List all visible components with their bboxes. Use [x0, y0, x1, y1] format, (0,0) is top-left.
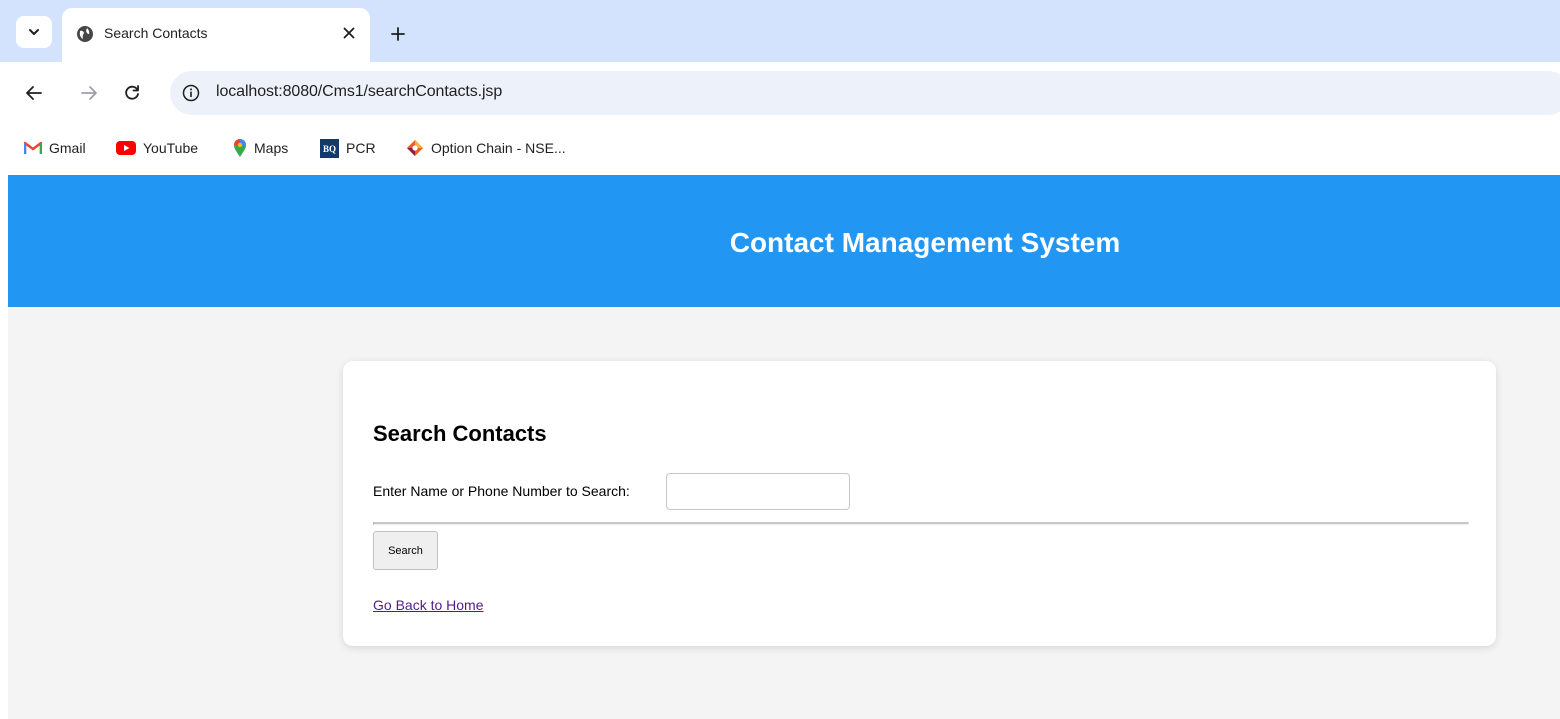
bookmark-maps[interactable]: Maps — [233, 137, 288, 159]
bookmark-label: Option Chain - NSE... — [431, 140, 566, 156]
chevron-down-icon — [29, 29, 39, 35]
globe-icon — [77, 26, 93, 42]
divider — [373, 522, 1469, 525]
tab-strip: Search Contacts — [0, 0, 1560, 62]
tab-close-button[interactable] — [337, 21, 361, 45]
search-button[interactable]: Search — [373, 531, 438, 570]
site-header: Contact Management System — [8, 175, 1560, 307]
page-body: Contact Management System Search Contact… — [8, 175, 1560, 719]
info-icon[interactable] — [181, 83, 201, 103]
forward-button[interactable] — [77, 81, 101, 105]
gmail-icon — [24, 141, 42, 154]
search-heading: Search Contacts — [373, 421, 547, 446]
bookmark-gmail[interactable]: Gmail — [24, 137, 86, 159]
address-bar[interactable]: localhost:8080/Cms1/searchContacts.jsp — [170, 71, 1560, 115]
reload-icon — [125, 85, 139, 100]
bookmark-label: Maps — [254, 140, 289, 156]
arrow-right-icon — [81, 86, 97, 100]
reload-button[interactable] — [120, 81, 144, 105]
bookmark-pcr[interactable]: BQ PCR — [320, 137, 376, 159]
back-button[interactable] — [22, 81, 46, 105]
bookmark-label: Gmail — [49, 140, 86, 156]
nse-icon — [407, 140, 423, 156]
tab-title: Search Contacts — [104, 25, 208, 41]
back-to-home-link[interactable]: Go Back to Home — [373, 597, 484, 613]
close-icon — [343, 27, 355, 39]
plus-icon — [391, 27, 405, 41]
search-label: Enter Name or Phone Number to Search: — [373, 483, 630, 499]
maps-icon — [234, 139, 246, 157]
pcr-icon: BQ — [320, 138, 339, 158]
bookmark-label: YouTube — [143, 140, 199, 156]
bookmark-option-chain[interactable]: Option Chain - NSE... — [406, 137, 566, 159]
search-input[interactable] — [666, 473, 850, 510]
site-title: Contact Management System — [729, 227, 1121, 258]
bookmarks-bar: Gmail YouTube Maps BQ PCR Option Chain -… — [0, 124, 1560, 175]
url-text[interactable]: localhost:8080/Cms1/searchContacts.jsp — [216, 83, 502, 101]
arrow-left-icon — [26, 86, 42, 100]
bookmark-youtube[interactable]: YouTube — [116, 137, 198, 159]
search-card: Search Contacts Enter Name or Phone Numb… — [343, 361, 1496, 646]
bookmark-label: PCR — [346, 140, 376, 156]
new-tab-button[interactable] — [384, 20, 412, 48]
tab-search-button[interactable] — [16, 16, 52, 48]
svg-text:BQ: BQ — [323, 144, 336, 154]
youtube-icon — [116, 141, 136, 155]
active-tab[interactable]: Search Contacts — [62, 8, 370, 62]
browser-toolbar: localhost:8080/Cms1/searchContacts.jsp — [0, 62, 1560, 124]
